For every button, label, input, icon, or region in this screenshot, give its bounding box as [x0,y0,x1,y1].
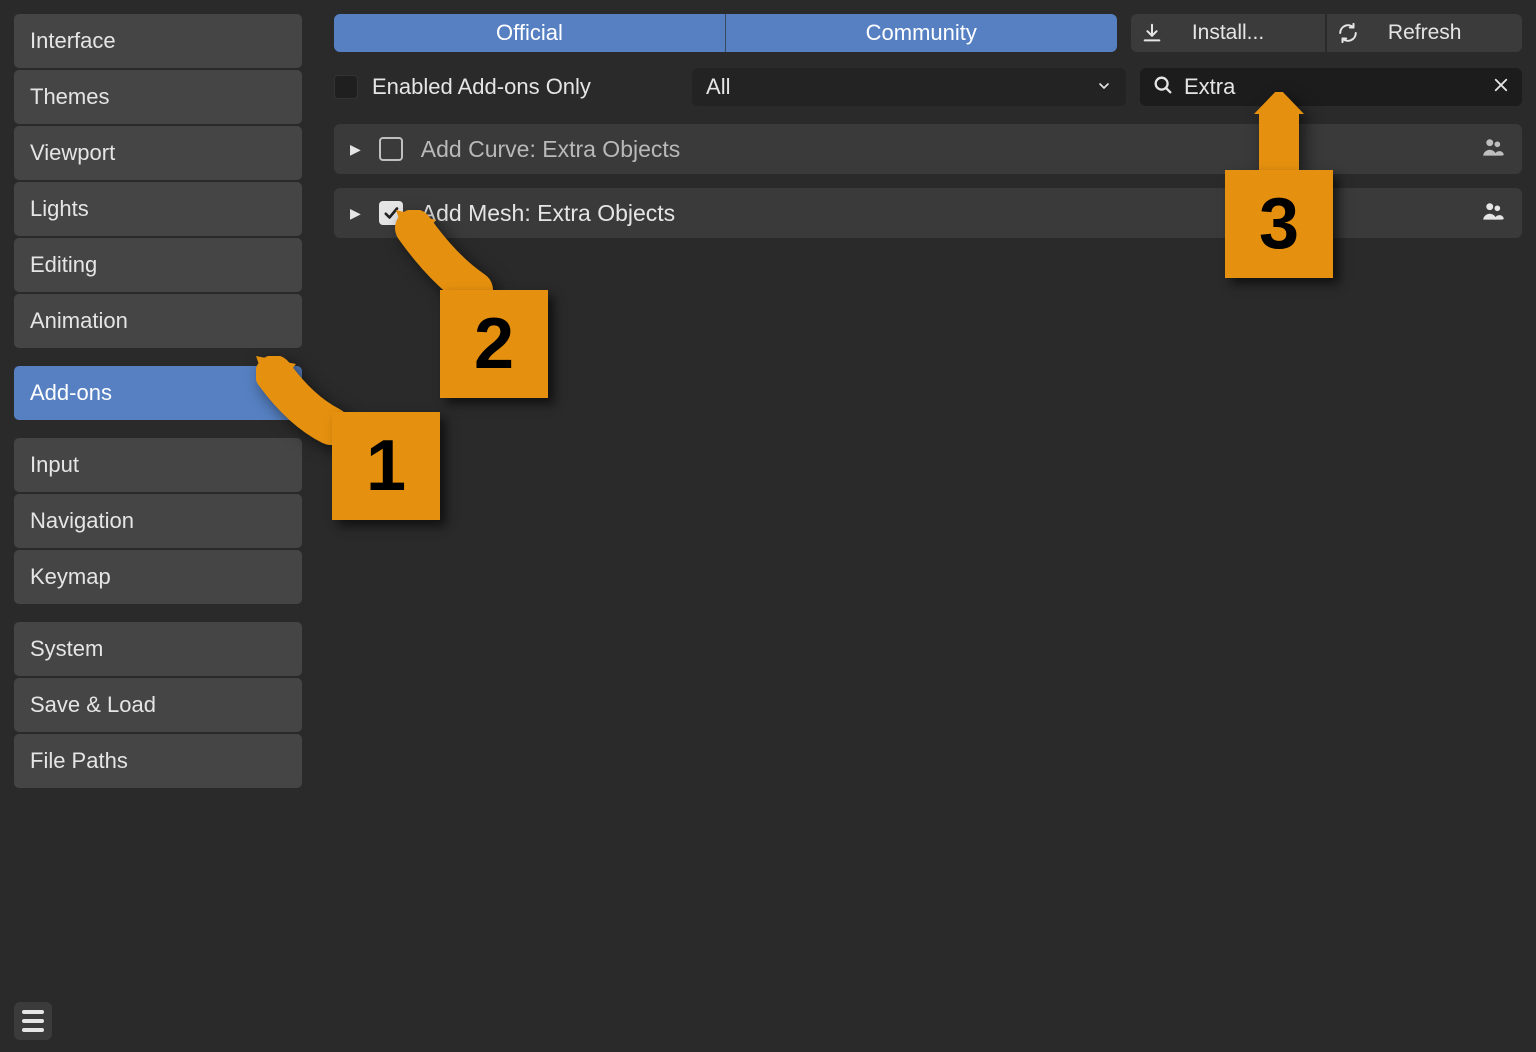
callout-arrow-3 [1244,92,1314,182]
community-icon [1480,198,1506,229]
preferences-sidebar: Interface Themes Viewport Lights Editing… [14,14,302,1038]
download-icon [1141,22,1163,44]
community-icon [1480,134,1506,165]
sidebar-item-interface[interactable]: Interface [14,14,302,68]
tab-official[interactable]: Official [334,14,725,52]
disclosure-triangle-icon[interactable]: ▶ [350,141,361,158]
enabled-only-checkbox[interactable] [334,75,358,99]
addon-source-tabs: Official Community [334,14,1117,52]
chevron-down-icon [1096,74,1112,100]
sidebar-item-system[interactable]: System [14,622,302,676]
sidebar-group-system: System Save & Load File Paths [14,622,302,788]
addons-top-row: Official Community Install... [334,14,1522,52]
disclosure-triangle-icon[interactable]: ▶ [350,205,361,222]
refresh-button-label: Refresh [1339,21,1510,45]
install-refresh-group: Install... Refresh [1131,14,1522,52]
addon-row[interactable]: ▶ Add Curve: Extra Objects [334,124,1522,174]
sidebar-item-keymap[interactable]: Keymap [14,550,302,604]
addon-list: ▶ Add Curve: Extra Objects ▶ Add Mesh: E… [334,124,1522,238]
sidebar-item-editing[interactable]: Editing [14,238,302,292]
callout-2: 2 [440,290,548,398]
addon-row[interactable]: ▶ Add Mesh: Extra Objects [334,188,1522,238]
tab-community[interactable]: Community [725,14,1117,52]
callout-3: 3 [1225,170,1333,278]
addons-panel: Official Community Install... [334,14,1522,1038]
clear-search-icon[interactable] [1492,76,1510,99]
callout-1: 1 [332,412,440,520]
sidebar-group-input: Input Navigation Keymap [14,438,302,604]
sidebar-item-input[interactable]: Input [14,438,302,492]
category-dropdown-value: All [706,74,730,100]
addon-enable-checkbox[interactable] [379,137,403,161]
refresh-button[interactable]: Refresh [1327,14,1522,52]
sidebar-group-general: Interface Themes Viewport Lights Editing… [14,14,302,348]
category-dropdown[interactable]: All [692,68,1126,106]
search-icon [1152,74,1174,101]
sidebar-item-lights[interactable]: Lights [14,182,302,236]
install-button[interactable]: Install... [1131,14,1326,52]
sidebar-item-viewport[interactable]: Viewport [14,126,302,180]
hamburger-menu-button[interactable] [14,1002,52,1040]
addon-search-input[interactable] [1184,74,1482,100]
addons-filter-row: Enabled Add-ons Only All [334,68,1522,106]
sidebar-item-themes[interactable]: Themes [14,70,302,124]
sidebar-item-navigation[interactable]: Navigation [14,494,302,548]
sidebar-item-file-paths[interactable]: File Paths [14,734,302,788]
enabled-only-label: Enabled Add-ons Only [372,74,591,100]
sidebar-item-animation[interactable]: Animation [14,294,302,348]
addon-search-field[interactable] [1140,68,1522,106]
install-button-label: Install... [1143,21,1314,45]
refresh-icon [1337,22,1359,44]
sidebar-item-save-load[interactable]: Save & Load [14,678,302,732]
